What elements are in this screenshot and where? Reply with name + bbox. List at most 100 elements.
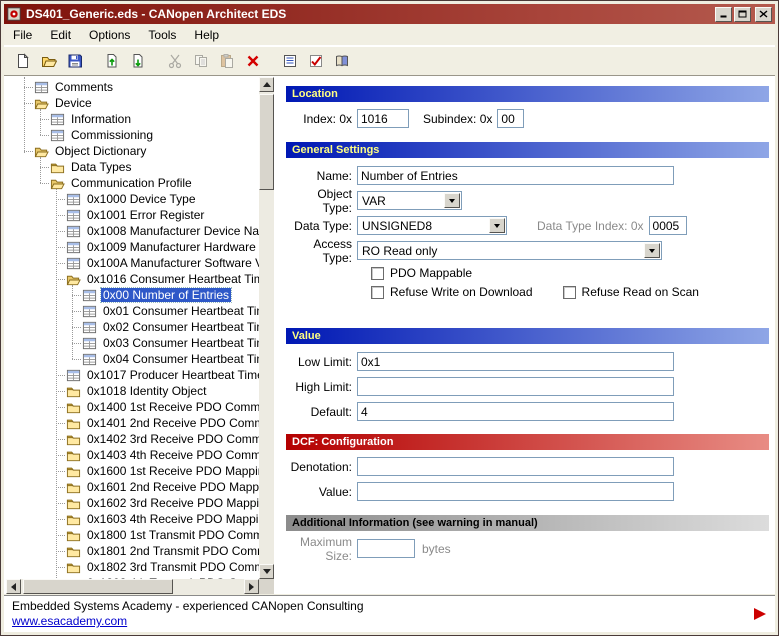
tree-item[interactable]: 0x1801 2nd Transmit PDO Communication Pa… bbox=[6, 543, 259, 559]
tree-item[interactable]: 0x1600 1st Receive PDO Mapping bbox=[6, 463, 259, 479]
menu-file[interactable]: File bbox=[4, 25, 41, 45]
menu-tools[interactable]: Tools bbox=[139, 25, 185, 45]
tree-connector bbox=[72, 295, 81, 296]
folder-open-icon bbox=[50, 176, 66, 191]
tree-connector bbox=[40, 167, 49, 168]
chevron-down-icon[interactable] bbox=[644, 243, 660, 258]
tree-connector bbox=[24, 87, 33, 88]
denotation-input[interactable] bbox=[357, 457, 674, 476]
tree-item[interactable]: 0x1402 3rd Receive PDO Communication Par… bbox=[6, 431, 259, 447]
maximum-size-input[interactable] bbox=[357, 539, 415, 558]
tree-item[interactable]: 0x1403 4th Receive PDO Communication Par… bbox=[6, 447, 259, 463]
save-icon bbox=[67, 53, 83, 69]
scroll-left-button[interactable] bbox=[6, 579, 21, 594]
object-type-value: VAR bbox=[362, 193, 386, 209]
tree-item[interactable]: 0x1009 Manufacturer Hardware Version bbox=[6, 239, 259, 255]
refuse-write-checkbox[interactable] bbox=[371, 286, 384, 299]
tree-item[interactable]: 0x1802 3rd Transmit PDO Communication Pa… bbox=[6, 559, 259, 575]
open-button[interactable] bbox=[37, 49, 61, 73]
table-icon bbox=[66, 224, 82, 239]
tree-item-label: 0x1016 Consumer Heartbeat Time bbox=[85, 272, 259, 286]
tree-item[interactable]: 0x04 Consumer Heartbeat Time bbox=[6, 351, 259, 367]
access-type-value: RO Read only bbox=[362, 243, 437, 259]
paste-icon bbox=[219, 53, 235, 69]
vertical-scroll-thumb[interactable] bbox=[259, 94, 274, 190]
website-link[interactable]: www.esacademy.com bbox=[12, 614, 127, 628]
section-header-value: Value bbox=[286, 328, 769, 344]
tree-item[interactable]: 0x1000 Device Type bbox=[6, 191, 259, 207]
object-type-dropdown[interactable]: VAR bbox=[357, 191, 462, 210]
data-type-index-input[interactable] bbox=[649, 216, 687, 235]
tree-item[interactable]: Commissioning bbox=[6, 127, 259, 143]
tree-item[interactable]: 0x1602 3rd Receive PDO Mapping bbox=[6, 495, 259, 511]
tree-item[interactable]: 0x1016 Consumer Heartbeat Time bbox=[6, 271, 259, 287]
tree-item[interactable]: 0x1400 1st Receive PDO Communication Par… bbox=[6, 399, 259, 415]
table-icon bbox=[50, 112, 66, 127]
menu-help[interactable]: Help bbox=[185, 25, 228, 45]
log-button[interactable] bbox=[278, 49, 302, 73]
chevron-down-icon[interactable] bbox=[444, 193, 460, 208]
tree-connector bbox=[56, 279, 65, 280]
minimize-button[interactable] bbox=[715, 7, 732, 22]
tree-item[interactable]: 0x1603 4th Receive PDO Mapping bbox=[6, 511, 259, 527]
maximize-button[interactable] bbox=[734, 7, 751, 22]
tree-vertical-scrollbar[interactable] bbox=[259, 77, 274, 579]
index-input[interactable] bbox=[357, 109, 409, 128]
tree-item[interactable]: Communication Profile bbox=[6, 175, 259, 191]
scroll-up-button[interactable] bbox=[259, 77, 274, 92]
menu-options[interactable]: Options bbox=[80, 25, 139, 45]
low-limit-input[interactable] bbox=[357, 352, 674, 371]
refuse-read-checkbox[interactable] bbox=[563, 286, 576, 299]
minimize-icon bbox=[719, 10, 728, 18]
pdo-mappable-checkbox[interactable] bbox=[371, 267, 384, 280]
subindex-input[interactable] bbox=[497, 109, 524, 128]
tree-connector bbox=[40, 119, 49, 120]
title-bar[interactable]: DS401_Generic.eds - CANopen Architect ED… bbox=[4, 4, 775, 24]
folder-open-icon bbox=[34, 96, 50, 111]
tree-item[interactable]: 0x1800 1st Transmit PDO Communication Pa… bbox=[6, 527, 259, 543]
copy-button[interactable] bbox=[189, 49, 213, 73]
new-button[interactable] bbox=[11, 49, 35, 73]
scroll-down-button[interactable] bbox=[259, 564, 274, 579]
paste-button[interactable] bbox=[215, 49, 239, 73]
tree-item[interactable]: 0x1401 2nd Receive PDO Communication Par… bbox=[6, 415, 259, 431]
check-eds-button[interactable] bbox=[304, 49, 328, 73]
chevron-down-icon[interactable] bbox=[489, 218, 505, 233]
table-icon bbox=[66, 208, 82, 223]
horizontal-scroll-thumb[interactable] bbox=[23, 579, 173, 594]
name-input[interactable] bbox=[357, 166, 674, 185]
dcf-value-input[interactable] bbox=[357, 482, 674, 501]
tree-item[interactable]: 0x01 Consumer Heartbeat Time bbox=[6, 303, 259, 319]
tree-item[interactable]: Device bbox=[6, 95, 259, 111]
cut-button[interactable] bbox=[163, 49, 187, 73]
export-button[interactable] bbox=[100, 49, 124, 73]
tree-item[interactable]: 0x03 Consumer Heartbeat Time bbox=[6, 335, 259, 351]
tree-item[interactable]: Object Dictionary bbox=[6, 143, 259, 159]
menu-edit[interactable]: Edit bbox=[41, 25, 80, 45]
close-button[interactable] bbox=[755, 7, 772, 22]
tree-item[interactable]: 0x02 Consumer Heartbeat Time bbox=[6, 319, 259, 335]
tree-item[interactable]: Data Types bbox=[6, 159, 259, 175]
tree-item[interactable]: 0x1001 Error Register bbox=[6, 207, 259, 223]
tree-item[interactable]: 0x1017 Producer Heartbeat Time bbox=[6, 367, 259, 383]
save-button[interactable] bbox=[63, 49, 87, 73]
access-type-dropdown[interactable]: RO Read only bbox=[357, 241, 662, 260]
import-button[interactable] bbox=[126, 49, 150, 73]
delete-button[interactable] bbox=[241, 49, 265, 73]
tree-item[interactable]: Comments bbox=[6, 79, 259, 95]
default-input[interactable] bbox=[357, 402, 674, 421]
tree-item[interactable]: Information bbox=[6, 111, 259, 127]
tree-item[interactable]: 0x00 Number of Entries bbox=[6, 287, 259, 303]
scroll-right-button[interactable] bbox=[244, 579, 259, 594]
high-limit-input[interactable] bbox=[357, 377, 674, 396]
tree-item[interactable]: 0x1018 Identity Object bbox=[6, 383, 259, 399]
tree-connector bbox=[56, 375, 65, 376]
data-type-dropdown[interactable]: UNSIGNED8 bbox=[357, 216, 507, 235]
manual-icon bbox=[334, 53, 350, 69]
tree-item[interactable]: 0x1601 2nd Receive PDO Mapping bbox=[6, 479, 259, 495]
tree-item[interactable]: 0x1008 Manufacturer Device Name bbox=[6, 223, 259, 239]
tree-item-label: Object Dictionary bbox=[53, 144, 148, 158]
tree-item[interactable]: 0x100A Manufacturer Software Version bbox=[6, 255, 259, 271]
tree-horizontal-scrollbar[interactable] bbox=[6, 579, 259, 594]
manual-button[interactable] bbox=[330, 49, 354, 73]
